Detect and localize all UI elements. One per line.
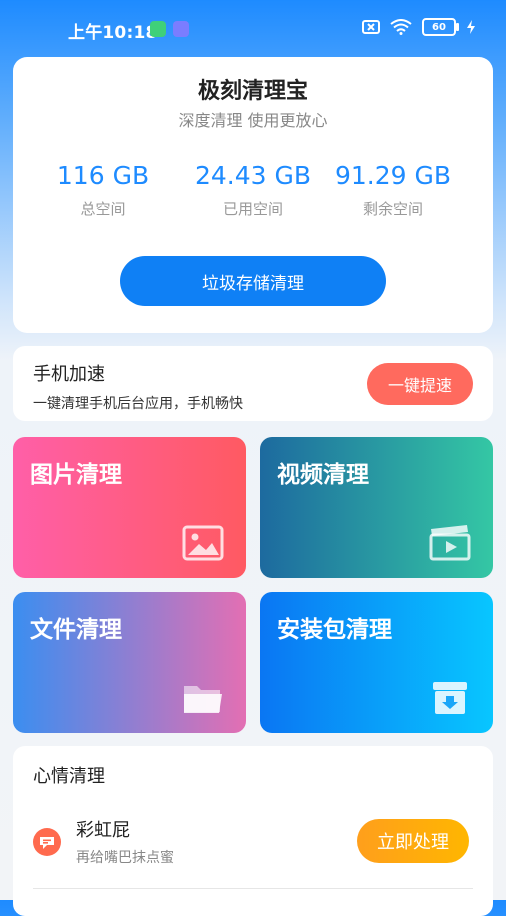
storage-stats: 116 GB 总空间 24.43 GB 已用空间 91.29 GB 剩余空间 [13, 161, 493, 231]
stat-total: 116 GB 总空间 [23, 161, 183, 219]
stat-label: 剩余空间 [362, 200, 423, 218]
stat-free: 91.29 GB 剩余空间 [313, 161, 473, 219]
package-icon [433, 682, 467, 714]
folder-icon [184, 686, 222, 713]
divider [33, 888, 473, 889]
process-now-button[interactable]: 立即处理 [357, 819, 469, 863]
video-icon [429, 525, 471, 561]
sim-icon [362, 20, 380, 34]
stat-used: 24.43 GB 已用空间 [173, 161, 333, 219]
image-icon [182, 525, 224, 561]
tile-label: 文件清理 [30, 617, 122, 643]
storage-card: 极刻清理宝 深度清理 使用更放心 116 GB 总空间 24.43 GB 已用空… [13, 57, 493, 333]
video-clean-tile[interactable]: 视频清理 [260, 437, 493, 578]
boost-title: 手机加速 [33, 364, 105, 385]
status-bar: 上午10:18 60 [0, 0, 506, 58]
tile-label: 安装包清理 [277, 617, 392, 643]
one-key-boost-button[interactable]: 一键提速 [367, 363, 473, 405]
status-time: 上午10:18 [68, 23, 158, 43]
stat-value: 116 GB [56, 161, 150, 190]
phone-boost-card[interactable]: 手机加速 一键清理手机后台应用，手机畅快 一键提速 [13, 346, 493, 421]
chat-bubble-icon [33, 828, 61, 856]
stat-value: 91.29 GB [334, 161, 452, 190]
photo-clean-tile[interactable]: 图片清理 [13, 437, 246, 578]
boost-description: 一键清理手机后台应用，手机畅快 [33, 396, 243, 412]
tile-label: 图片清理 [30, 462, 122, 488]
mood-clean-card: 心情清理 彩虹屁 再给嘴巴抹点蜜 立即处理 [13, 746, 493, 916]
mood-item-desc: 再给嘴巴抹点蜜 [76, 850, 174, 866]
mood-title: 心情清理 [33, 766, 105, 787]
notification-icon [150, 21, 166, 37]
status-right-icons: 60 [362, 18, 476, 36]
file-clean-tile[interactable]: 文件清理 [13, 592, 246, 733]
stat-value: 24.43 GB [194, 161, 312, 190]
battery-level: 60 [432, 21, 446, 33]
charging-icon [467, 20, 475, 34]
mood-item-name: 彩虹屁 [76, 820, 130, 841]
app-title: 极刻清理宝 [197, 79, 308, 104]
app-subtitle: 深度清理 使用更放心 [178, 111, 328, 130]
stat-label: 已用空间 [222, 200, 283, 218]
apk-clean-tile[interactable]: 安装包清理 [260, 592, 493, 733]
junk-clean-button[interactable]: 垃圾存储清理 [120, 256, 386, 306]
stat-label: 总空间 [80, 200, 126, 218]
battery-icon: 60 [422, 18, 459, 36]
app-notification-icon [173, 21, 189, 37]
tile-label: 视频清理 [277, 462, 369, 488]
wifi-icon [390, 19, 412, 35]
